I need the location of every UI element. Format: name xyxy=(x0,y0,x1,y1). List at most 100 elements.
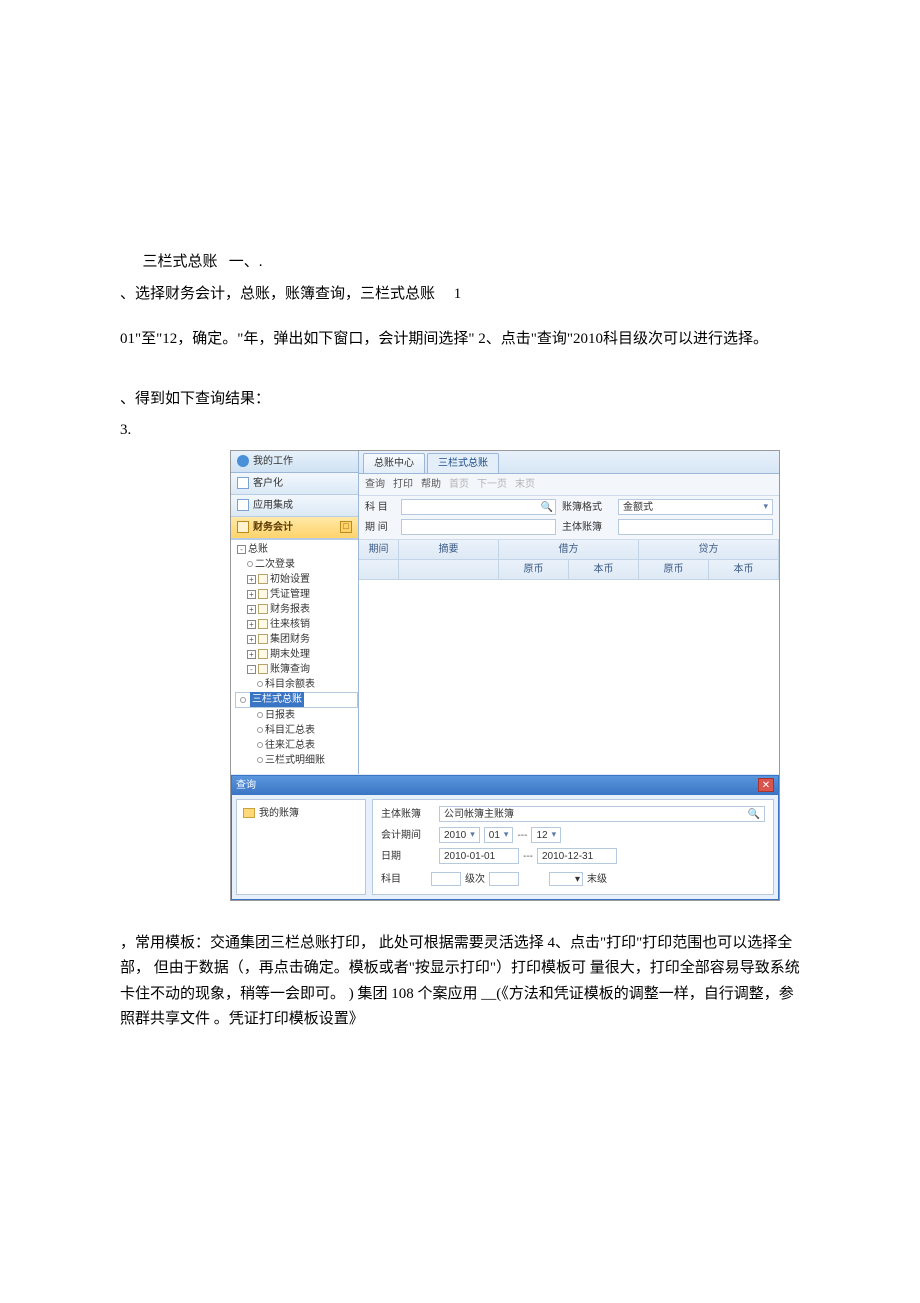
title-num: 一、. xyxy=(229,254,263,270)
para-step3b: 3. xyxy=(120,418,800,444)
tree-sub-item[interactable]: 科目汇总表 xyxy=(235,723,358,738)
nav-panel: 我的工作 客户化 应用集成 财务会计 □ - 总账 二次登录 xyxy=(231,451,359,774)
subject-input[interactable]: 🔍 xyxy=(401,499,556,515)
tree-item[interactable]: +期末处理 xyxy=(235,647,358,662)
search-icon[interactable]: 🔍 xyxy=(748,806,760,823)
subject-mini-label: 科目 xyxy=(381,871,401,888)
col-credit: 贷方 xyxy=(639,540,779,560)
tab-bar: 总账中心 三栏式总账 xyxy=(359,451,779,474)
bookset-input[interactable] xyxy=(618,519,773,535)
toolbar-print[interactable]: 打印 xyxy=(393,476,413,493)
dialog-form: 主体账簿 公司帐簿主账簿 🔍 会计期间 2010▾ 01▾ --- 12▾ 日期… xyxy=(372,799,774,895)
tree-item[interactable]: -账簿查询 xyxy=(235,662,358,677)
date-from-input[interactable]: 2010-01-01 xyxy=(439,848,519,864)
tree-item[interactable]: +凭证管理 xyxy=(235,587,358,602)
plus-icon[interactable]: + xyxy=(247,650,256,659)
node-icon xyxy=(247,561,253,567)
subject-mini-input[interactable] xyxy=(431,872,461,886)
tree-sub-item-selected[interactable]: 三栏式总账 xyxy=(235,692,358,708)
title-text: 三栏式总账 xyxy=(143,254,218,270)
toolbar-help[interactable]: 帮助 xyxy=(421,476,441,493)
plus-icon[interactable]: + xyxy=(247,605,256,614)
node-icon xyxy=(257,712,263,718)
tree-item[interactable]: +集团财务 xyxy=(235,632,358,647)
minus-icon[interactable]: - xyxy=(237,545,246,554)
plus-icon[interactable]: + xyxy=(247,590,256,599)
app-screenshot: 我的工作 客户化 应用集成 财务会计 □ - 总账 二次登录 xyxy=(230,450,780,901)
leaf-combo[interactable]: ▾ xyxy=(549,872,583,886)
minus-icon[interactable]: - xyxy=(247,665,256,674)
step1-text: 、选择财务会计，总账，账簿查询，三栏式总账 xyxy=(120,286,435,302)
toolbar-query[interactable]: 查询 xyxy=(365,476,385,493)
col-credit-orig: 原币 xyxy=(639,560,709,580)
bookset-field[interactable]: 公司帐簿主账簿 🔍 xyxy=(439,806,765,822)
period-input[interactable] xyxy=(401,519,556,535)
chevron-down-icon: ▾ xyxy=(504,827,509,842)
plus-icon[interactable]: + xyxy=(247,575,256,584)
tree-sub-item[interactable]: 日报表 xyxy=(235,708,358,723)
nav-item-accounting[interactable]: 财务会计 □ xyxy=(231,517,358,539)
date-label: 日期 xyxy=(381,848,431,865)
month-from-select[interactable]: 01▾ xyxy=(484,827,514,843)
date-to-input[interactable]: 2010-12-31 xyxy=(537,848,617,864)
format-label: 账簿格式 xyxy=(562,499,612,516)
tree-root[interactable]: - 总账 xyxy=(235,542,358,557)
nav-item-customer[interactable]: 客户化 xyxy=(231,473,358,495)
range-sep: --- xyxy=(517,827,527,844)
tree-item[interactable]: 二次登录 xyxy=(235,557,358,572)
dialog-titlebar: 查询 ✕ xyxy=(232,776,778,795)
node-icon xyxy=(257,757,263,763)
period-label: 期 间 xyxy=(365,519,395,536)
bookset-label: 主体账簿 xyxy=(562,519,612,536)
plus-icon[interactable]: + xyxy=(247,620,256,629)
chevron-down-icon: ▾ xyxy=(470,827,475,842)
col-summary: 摘要 xyxy=(399,540,499,560)
chevron-down-icon: ▾ xyxy=(575,871,580,888)
plus-icon[interactable]: + xyxy=(247,635,256,644)
month-to-select[interactable]: 12▾ xyxy=(531,827,561,843)
para-step1: 、选择财务会计，总账，账簿查询，三栏式总账 1 xyxy=(120,282,800,308)
bookset-value: 公司帐簿主账簿 xyxy=(444,806,514,823)
para-step2: 01"至"12，确定。"年，弹出如下窗口，会计期间选择" 2、点击"查询"201… xyxy=(120,327,800,353)
doc-icon xyxy=(258,589,268,599)
col-debit: 借方 xyxy=(499,540,639,560)
grid-header-2: 原币 本币 原币 本币 xyxy=(359,560,779,580)
collapse-icon[interactable]: □ xyxy=(340,521,352,533)
tree-sub-item[interactable]: 科目余额表 xyxy=(235,677,358,692)
close-icon[interactable]: ✕ xyxy=(758,778,774,792)
tree-sub-item[interactable]: 往来汇总表 xyxy=(235,738,358,753)
level-mini-input[interactable] xyxy=(489,872,519,886)
folder-icon xyxy=(243,808,255,818)
toolbar-last: 末页 xyxy=(515,476,535,493)
tree-sub-item[interactable]: 三栏式明细账 xyxy=(235,753,358,768)
para-step3a: 、得到如下查询结果： xyxy=(120,387,800,413)
chevron-down-icon: ▾ xyxy=(552,827,557,842)
tree-item[interactable]: +初始设置 xyxy=(235,572,358,587)
toolbar-first: 首页 xyxy=(449,476,469,493)
dialog-title: 查询 xyxy=(236,777,256,794)
year-select[interactable]: 2010▾ xyxy=(439,827,480,843)
col-debit-local: 本币 xyxy=(569,560,639,580)
nav-header: 我的工作 xyxy=(231,451,358,473)
grid-body-empty xyxy=(359,580,779,690)
globe-icon xyxy=(237,455,249,467)
nav-item-integration[interactable]: 应用集成 xyxy=(231,495,358,517)
col-debit-orig: 原币 xyxy=(499,560,569,580)
tree-label: 总账 xyxy=(248,542,268,557)
period-row: 2010▾ 01▾ --- 12▾ xyxy=(439,827,765,844)
node-icon xyxy=(257,727,263,733)
step1-num: 1 xyxy=(454,286,462,302)
tree-item[interactable]: +财务报表 xyxy=(235,602,358,617)
toolbar-next: 下一页 xyxy=(477,476,507,493)
tab-three-column[interactable]: 三栏式总账 xyxy=(427,453,499,473)
tree-item[interactable]: +往来核销 xyxy=(235,617,358,632)
toolbar: 查询 打印 帮助 首页 下一页 末页 xyxy=(359,474,779,496)
col-credit-local: 本币 xyxy=(709,560,779,580)
search-icon[interactable]: 🔍 xyxy=(541,499,553,516)
tab-ledger-center[interactable]: 总账中心 xyxy=(363,453,425,473)
folder-my-bookset[interactable]: 我的账簿 xyxy=(241,804,361,823)
grid-header-1: 期间 摘要 借方 贷方 xyxy=(359,540,779,560)
format-combo[interactable]: 金额式 ▾ xyxy=(618,499,773,515)
query-dialog: 查询 ✕ 我的账簿 主体账簿 公司帐簿主账簿 🔍 会计期间 2010▾ 01▾ xyxy=(231,775,779,900)
range-sep: --- xyxy=(523,848,533,865)
